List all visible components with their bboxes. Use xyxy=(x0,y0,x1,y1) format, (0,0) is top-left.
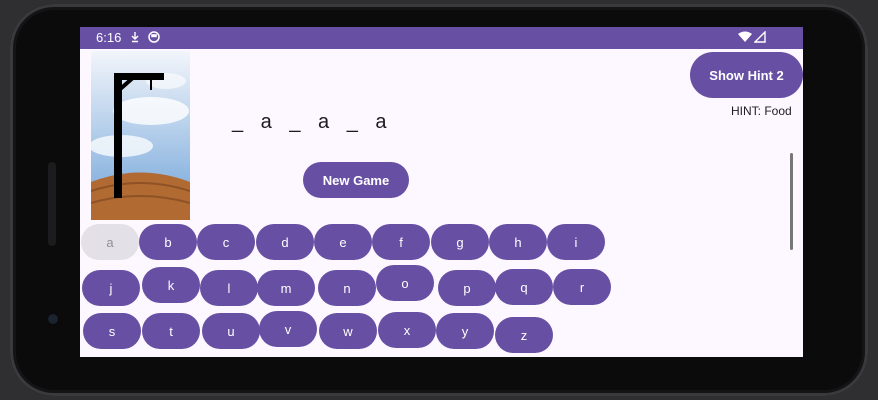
app-screen: 6:16 _ a _ a _ a New Game Show Hint 2 HI… xyxy=(80,27,803,357)
record-icon xyxy=(148,31,160,43)
scrollbar[interactable] xyxy=(790,153,793,250)
letter-key-d[interactable]: d xyxy=(256,224,314,260)
word-display: _ a _ a _ a xyxy=(232,111,393,133)
letter-key-c[interactable]: c xyxy=(197,224,255,260)
hangman-gallows-image xyxy=(91,51,190,220)
letter-key-b[interactable]: b xyxy=(139,224,197,260)
show-hint-button[interactable]: Show Hint 2 xyxy=(690,52,803,98)
letter-key-f[interactable]: f xyxy=(372,224,430,260)
letter-key-x[interactable]: x xyxy=(378,312,436,348)
letter-key-y[interactable]: y xyxy=(436,313,494,349)
download-icon xyxy=(131,32,139,43)
letter-key-o[interactable]: o xyxy=(376,265,434,301)
letter-key-a[interactable]: a xyxy=(81,224,139,260)
letter-key-u[interactable]: u xyxy=(202,313,260,349)
letter-key-z[interactable]: z xyxy=(495,317,553,353)
letter-key-w[interactable]: w xyxy=(319,313,377,349)
letter-key-e[interactable]: e xyxy=(314,224,372,260)
letter-key-h[interactable]: h xyxy=(489,224,547,260)
letter-key-p[interactable]: p xyxy=(438,270,496,306)
letter-key-k[interactable]: k xyxy=(142,267,200,303)
letter-key-n[interactable]: n xyxy=(318,270,376,306)
letter-key-v[interactable]: v xyxy=(259,311,317,347)
wifi-icon xyxy=(738,31,752,42)
letter-key-s[interactable]: s xyxy=(83,313,141,349)
front-camera xyxy=(48,314,58,324)
letter-key-g[interactable]: g xyxy=(431,224,489,260)
letter-key-t[interactable]: t xyxy=(142,313,200,349)
letter-key-i[interactable]: i xyxy=(547,224,605,260)
letter-key-q[interactable]: q xyxy=(495,269,553,305)
status-time: 6:16 xyxy=(96,30,122,45)
letter-key-r[interactable]: r xyxy=(553,269,611,305)
letter-key-l[interactable]: l xyxy=(200,270,258,306)
new-game-button[interactable]: New Game xyxy=(303,162,409,198)
speaker-grille xyxy=(48,162,56,246)
letter-key-m[interactable]: m xyxy=(257,270,315,306)
hint-text: HINT: Food xyxy=(731,104,792,118)
status-bar: 6:16 xyxy=(80,27,803,49)
letter-key-j[interactable]: j xyxy=(82,270,140,306)
signal-icon xyxy=(754,31,766,43)
